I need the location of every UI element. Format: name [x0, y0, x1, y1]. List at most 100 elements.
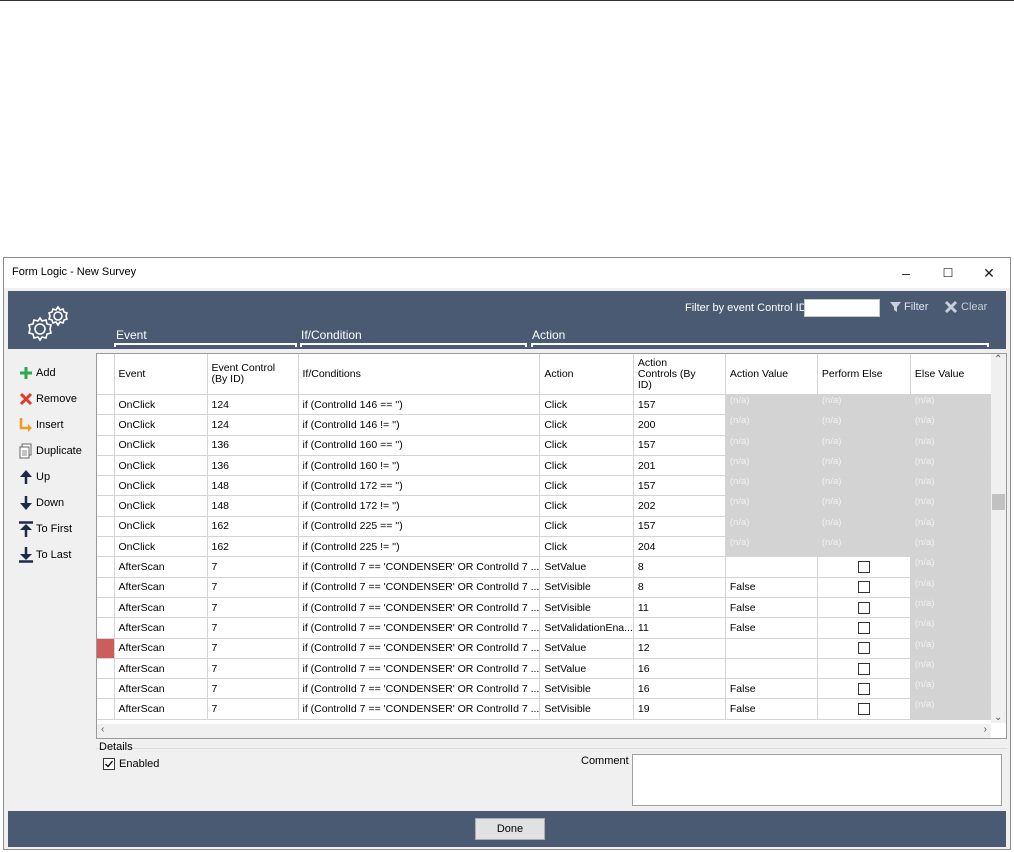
row-selector[interactable]: [97, 516, 115, 538]
duplicate-button[interactable]: Duplicate: [18, 443, 82, 459]
cell-action-controls[interactable]: 157: [633, 475, 726, 497]
scroll-left-arrow-icon[interactable]: ‹: [101, 724, 104, 735]
cell-event[interactable]: AfterScan: [114, 597, 208, 619]
cell-event[interactable]: AfterScan: [114, 698, 208, 720]
cell-event[interactable]: OnClick: [114, 394, 208, 416]
row-selector[interactable]: [97, 394, 115, 416]
cell-action[interactable]: SetVisible: [539, 698, 634, 720]
table-row[interactable]: OnClick 148 if (ControlId 172 != '') Click 2…: [97, 495, 1002, 517]
row-selector[interactable]: [97, 638, 115, 659]
cell-perform-else[interactable]: [817, 556, 911, 578]
scroll-up-arrow-icon[interactable]: ⌃: [994, 354, 1002, 365]
perform-else-checkbox[interactable]: [857, 622, 870, 635]
cell-perform-else[interactable]: [817, 698, 911, 720]
vertical-scrollbar[interactable]: ⌃ ⌄: [991, 354, 1006, 723]
cell-condition[interactable]: if (ControlId 146 != ''): [298, 414, 541, 436]
cell-perform-else[interactable]: [817, 577, 911, 598]
add-button[interactable]: Add: [18, 365, 56, 381]
vertical-scroll-thumb[interactable]: [992, 494, 1005, 510]
row-selector[interactable]: [97, 698, 115, 720]
scroll-down-arrow-icon[interactable]: ⌄: [994, 712, 1002, 723]
clear-button[interactable]: Clear: [944, 300, 987, 314]
cell-action[interactable]: SetValue: [539, 638, 634, 659]
cell-action-value[interactable]: [725, 638, 818, 659]
cell-condition[interactable]: if (ControlId 7 == 'CONDENSER' OR Contro…: [298, 638, 541, 659]
cell-action-controls[interactable]: 201: [633, 455, 726, 477]
column-header-else-value[interactable]: Else Value: [910, 354, 1002, 395]
cell-condition[interactable]: if (ControlId 7 == 'CONDENSER' OR Contro…: [298, 698, 541, 720]
cell-event-control[interactable]: 7: [207, 698, 299, 720]
cell-event-control[interactable]: 136: [207, 455, 299, 477]
cell-action-value[interactable]: [725, 556, 818, 578]
cell-action-controls[interactable]: 11: [633, 617, 726, 639]
cell-action-controls[interactable]: 16: [633, 658, 726, 680]
cell-condition[interactable]: if (ControlId 225 == ''): [298, 516, 541, 538]
cell-event-control[interactable]: 162: [207, 516, 299, 538]
cell-action-controls[interactable]: 204: [633, 536, 726, 558]
table-row[interactable]: AfterScan 7 if (ControlId 7 == 'CONDENSER'…: [97, 577, 1002, 598]
enabled-checkbox[interactable]: Enabled: [103, 758, 159, 770]
cell-event-control[interactable]: 148: [207, 495, 299, 517]
cell-action[interactable]: SetValue: [539, 658, 634, 680]
row-selector[interactable]: [97, 455, 115, 477]
cell-action-controls[interactable]: 157: [633, 516, 726, 538]
cell-event[interactable]: AfterScan: [114, 638, 208, 659]
cell-event[interactable]: OnClick: [114, 536, 208, 558]
cell-condition[interactable]: if (ControlId 172 == ''): [298, 475, 541, 497]
cell-action-controls[interactable]: 157: [633, 394, 726, 416]
cell-event[interactable]: AfterScan: [114, 617, 208, 639]
cell-perform-else[interactable]: [817, 597, 911, 619]
cell-action-controls[interactable]: 12: [633, 638, 726, 659]
column-header-conditions[interactable]: If/Conditions: [298, 354, 541, 395]
table-row[interactable]: AfterScan 7 if (ControlId 7 == 'CONDENSER'…: [97, 678, 1002, 700]
insert-button[interactable]: Insert: [18, 417, 64, 433]
row-selector[interactable]: [97, 678, 115, 700]
cell-action-value[interactable]: False: [725, 698, 818, 720]
cell-condition[interactable]: if (ControlId 160 == ''): [298, 435, 541, 456]
table-row[interactable]: AfterScan 7 if (ControlId 7 == 'CONDENSER'…: [97, 638, 1002, 659]
cell-action[interactable]: Click: [539, 475, 634, 497]
cell-action[interactable]: SetValidationEna...: [539, 617, 634, 639]
cell-event-control[interactable]: 124: [207, 414, 299, 436]
row-selector[interactable]: [97, 475, 115, 497]
remove-button[interactable]: Remove: [18, 391, 77, 407]
cell-action-value[interactable]: [725, 658, 818, 680]
cell-event[interactable]: AfterScan: [114, 658, 208, 680]
filter-button[interactable]: Filter: [890, 301, 928, 313]
cell-perform-else[interactable]: [817, 678, 911, 700]
cell-action-controls[interactable]: 19: [633, 698, 726, 720]
column-header-action-value[interactable]: Action Value: [725, 354, 818, 395]
cell-event-control[interactable]: 7: [207, 678, 299, 700]
perform-else-checkbox[interactable]: [857, 581, 870, 594]
cell-condition[interactable]: if (ControlId 225 != ''): [298, 536, 541, 558]
table-row[interactable]: OnClick 124 if (ControlId 146 != '') Click 2…: [97, 414, 1002, 436]
cell-event[interactable]: OnClick: [114, 435, 208, 456]
perform-else-checkbox[interactable]: [857, 561, 870, 574]
cell-event-control[interactable]: 162: [207, 536, 299, 558]
enabled-check-box[interactable]: [103, 758, 115, 770]
cell-event[interactable]: AfterScan: [114, 556, 208, 578]
cell-action-controls[interactable]: 202: [633, 495, 726, 517]
cell-event-control[interactable]: 7: [207, 597, 299, 619]
cell-event[interactable]: AfterScan: [114, 577, 208, 598]
row-selector[interactable]: [97, 556, 115, 578]
cell-action[interactable]: SetValue: [539, 556, 634, 578]
filter-input[interactable]: [804, 299, 880, 317]
column-header-perform-else[interactable]: Perform Else: [817, 354, 911, 395]
cell-condition[interactable]: if (ControlId 172 != ''): [298, 495, 541, 517]
cell-condition[interactable]: if (ControlId 7 == 'CONDENSER' OR Contro…: [298, 658, 541, 680]
logic-grid[interactable]: Event Event Control (By ID) If/Condition…: [96, 353, 1007, 739]
scroll-right-arrow-icon[interactable]: ›: [984, 724, 987, 735]
cell-action-value[interactable]: False: [725, 597, 818, 619]
cell-event[interactable]: OnClick: [114, 455, 208, 477]
cell-action-controls[interactable]: 8: [633, 556, 726, 578]
row-selector[interactable]: [97, 495, 115, 517]
cell-event[interactable]: AfterScan: [114, 678, 208, 700]
close-button[interactable]: ✕: [974, 262, 1004, 284]
cell-condition[interactable]: if (ControlId 7 == 'CONDENSER' OR Contro…: [298, 556, 541, 578]
table-row[interactable]: OnClick 162 if (ControlId 225 == '') Click 1…: [97, 516, 1002, 538]
cell-condition[interactable]: if (ControlId 7 == 'CONDENSER' OR Contro…: [298, 577, 541, 598]
table-row[interactable]: AfterScan 7 if (ControlId 7 == 'CONDENSER'…: [97, 556, 1002, 578]
row-selector[interactable]: [97, 658, 115, 680]
perform-else-checkbox[interactable]: [857, 601, 870, 614]
